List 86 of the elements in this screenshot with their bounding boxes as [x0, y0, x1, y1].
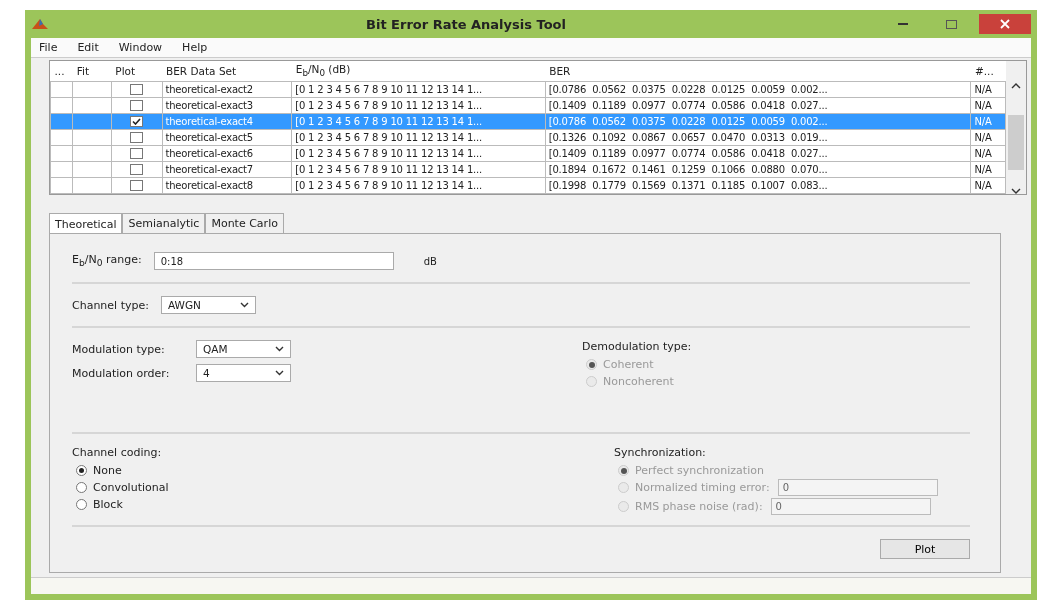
- field-label: Modulation type:: [72, 342, 166, 356]
- section-title: Demodulation type:: [582, 340, 693, 353]
- radio-dot[interactable]: [76, 465, 87, 476]
- tab[interactable]: Monte Carlo: [205, 213, 284, 233]
- unit-label: dB: [423, 255, 437, 267]
- table-cell: [0 1 2 3 4 5 6 7 8 9 10 11 12 13 14 1...: [295, 148, 482, 159]
- table-cell: [0.0786 0.0562 0.0375 0.0228 0.0125 0.0059 0.002...: [548, 116, 828, 127]
- column-header[interactable]: Plot: [115, 65, 136, 77]
- dropdown[interactable]: 4: [196, 364, 291, 382]
- table-cell: N/A: [974, 116, 992, 127]
- table-cell: N/A: [974, 132, 992, 143]
- table-cell: [0.0786 0.0562 0.0375 0.0228 0.0125 0.0059 0.002...: [548, 84, 828, 95]
- checkbox[interactable]: [130, 100, 144, 112]
- caret-icon: [239, 302, 249, 308]
- checkbox[interactable]: [130, 148, 144, 160]
- scroll-down-icon[interactable]: [1011, 188, 1021, 194]
- table-cell: theoretical-exact8: [165, 180, 253, 191]
- scrollbar[interactable]: [1006, 61, 1026, 194]
- close-icon: [1000, 19, 1010, 29]
- dropdown[interactable]: AWGN: [160, 296, 256, 314]
- table-cell: [0 1 2 3 4 5 6 7 8 9 10 11 12 13 14 1...: [295, 100, 482, 111]
- section-title: Synchronization:: [614, 446, 707, 459]
- menu-item[interactable]: File: [39, 41, 58, 54]
- table-cell: theoretical-exact6: [165, 148, 253, 159]
- checkbox[interactable]: [130, 164, 144, 176]
- column-header[interactable]: BER Data Set: [166, 65, 237, 77]
- table-row[interactable]: theoretical-exact5 [0 1 2 3 4 5 6 7 8 9 10 11 12 13 14 1... [0.1326 0.1092 0.0867 0.0657 0.0470 0.0313 0.019... N/A: [50, 129, 1006, 146]
- table-cell: [0 1 2 3 4 5 6 7 8 9 10 11 12 13 14 1...: [295, 132, 482, 143]
- radio-option[interactable]: None: [76, 464, 122, 477]
- table-cell: [0.1998 0.1779 0.1569 0.1371 0.1185 0.1007 0.083...: [548, 180, 828, 191]
- scroll-up-icon[interactable]: [1011, 83, 1021, 89]
- app-logo-icon: [31, 17, 49, 31]
- column-header[interactable]: Fit: [76, 65, 90, 77]
- table-cell: [0 1 2 3 4 5 6 7 8 9 10 11 12 13 14 1...: [295, 116, 482, 127]
- table-cell: N/A: [974, 84, 992, 95]
- table-row[interactable]: theoretical-exact2 [0 1 2 3 4 5 6 7 8 9 10 11 12 13 14 1... [0.0786 0.0562 0.0375 0.0228 0.0125 0.0059 0.002... N/A: [50, 81, 1006, 98]
- table-cell: N/A: [974, 148, 992, 159]
- field-label: Channel type:: [72, 298, 149, 312]
- checkbox[interactable]: [130, 84, 144, 96]
- checkbox[interactable]: [130, 116, 144, 128]
- minimize-icon: [898, 22, 908, 26]
- window-title: Bit Error Rate Analysis Tool: [365, 16, 567, 32]
- caret-icon: [275, 370, 284, 376]
- dropdown[interactable]: QAM: [196, 340, 291, 358]
- field-label: E$_{b}$/N$_{0}$ range:: [72, 253, 142, 269]
- radio-option[interactable]: Block: [76, 498, 123, 511]
- radio-dot[interactable]: [76, 482, 87, 493]
- caret-icon: [275, 346, 284, 352]
- table-cell: theoretical-exact3: [165, 100, 253, 111]
- table-cell: theoretical-exact7: [165, 164, 253, 175]
- table-cell: N/A: [974, 180, 992, 191]
- maximize-icon: [945, 19, 957, 29]
- column-header[interactable]: ...: [54, 65, 65, 77]
- table-row[interactable]: theoretical-exact8 [0 1 2 3 4 5 6 7 8 9 10 11 12 13 14 1... [0.1998 0.1779 0.1569 0.1371 0.1185 0.1007 0.083... N/A: [50, 177, 1006, 194]
- menu-item[interactable]: Help: [182, 41, 208, 54]
- table-cell: [0.1894 0.1672 0.1461 0.1259 0.1066 0.0880 0.070...: [548, 164, 828, 175]
- table-cell: [0 1 2 3 4 5 6 7 8 9 10 11 12 13 14 1...: [295, 180, 482, 191]
- table-cell: [0.1326 0.1092 0.0867 0.0657 0.0470 0.0313 0.019...: [548, 132, 828, 143]
- table-cell: N/A: [974, 100, 992, 111]
- field-label: Modulation order:: [72, 366, 171, 380]
- table-cell: [0.1409 0.1189 0.0977 0.0774 0.0586 0.0418 0.027...: [548, 148, 828, 159]
- plot-button[interactable]: Plot: [880, 539, 970, 559]
- table-row[interactable]: theoretical-exact3 [0 1 2 3 4 5 6 7 8 9 10 11 12 13 14 1... [0.1409 0.1189 0.0977 0.0774 0.0586 0.0418 0.027... N/A: [50, 97, 1006, 114]
- checkbox[interactable]: [130, 132, 144, 144]
- table-cell: N/A: [974, 164, 992, 175]
- table-cell: theoretical-exact4: [165, 116, 253, 127]
- section-title: Channel coding:: [72, 446, 163, 459]
- column-header[interactable]: #...: [975, 65, 994, 77]
- tab[interactable]: Semianalytic: [122, 213, 206, 233]
- table-cell: theoretical-exact5: [165, 132, 253, 143]
- radio-dot[interactable]: [76, 499, 87, 510]
- table-row[interactable]: theoretical-exact6 [0 1 2 3 4 5 6 7 8 9 10 11 12 13 14 1... [0.1409 0.1189 0.0977 0.0774 0.0586 0.0418 0.027... N/A: [50, 145, 1006, 162]
- table-cell: [0.1409 0.1189 0.0977 0.0774 0.0586 0.0418 0.027...: [548, 100, 828, 111]
- table-cell: [0 1 2 3 4 5 6 7 8 9 10 11 12 13 14 1...: [295, 164, 482, 175]
- table-cell: [0 1 2 3 4 5 6 7 8 9 10 11 12 13 14 1...: [295, 84, 482, 95]
- menu-item[interactable]: Window: [118, 41, 163, 54]
- table-cell: theoretical-exact2: [165, 84, 253, 95]
- menu-item[interactable]: Edit: [77, 41, 99, 54]
- table-row[interactable]: theoretical-exact7 [0 1 2 3 4 5 6 7 8 9 10 11 12 13 14 1... [0.1894 0.1672 0.1461 0.1259 0.1066 0.0880 0.070... N/A: [50, 161, 1006, 178]
- close-button[interactable]: [979, 14, 1031, 34]
- column-header[interactable]: BER: [549, 65, 571, 77]
- column-header[interactable]: E$_{b}$/N$_{0}$ (dB): [295, 63, 351, 76]
- input-field[interactable]: 0:18: [153, 252, 394, 270]
- checkbox[interactable]: [130, 180, 144, 192]
- radio-option[interactable]: Convolutional: [76, 481, 169, 494]
- tab[interactable]: Theoretical: [49, 213, 123, 234]
